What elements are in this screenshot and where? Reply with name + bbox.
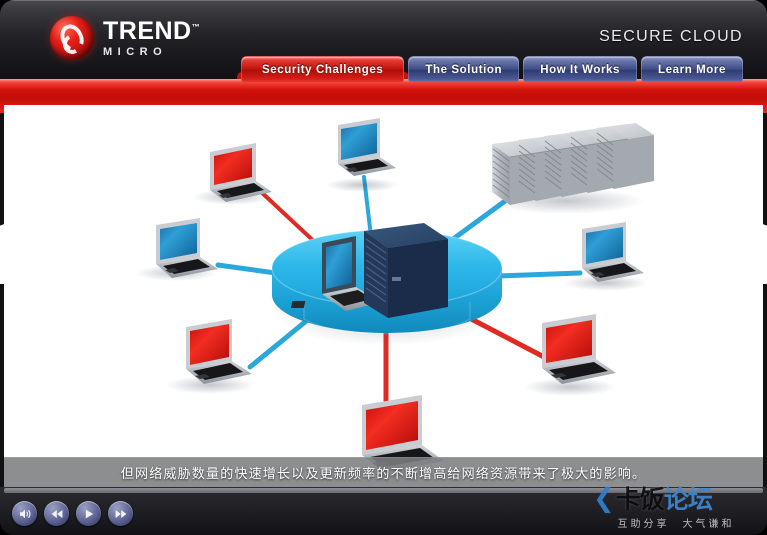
progress-bar[interactable] [4,488,763,493]
laptop-bottom-left-red [166,319,254,394]
laptop-top-center-blue [326,118,398,192]
tab-how-it-works[interactable]: How It Works [523,56,638,82]
laptop-top-left-red [192,143,272,205]
play-icon[interactable] [76,501,101,526]
rewind-icon[interactable] [44,501,69,526]
logo-trend-text: TREND [103,16,192,45]
logo-tm-mark: ™ [191,22,201,32]
trend-micro-logo: TREND™ MICRO [50,14,220,62]
logo-wordmark: TREND™ MICRO [103,16,201,58]
logo-micro-text: MICRO [103,45,168,58]
secure-cloud-presentation-window: TREND™ MICRO SECURE CLOUD Security Chall… [0,0,767,535]
volume-icon[interactable] [12,501,37,526]
tab-learn-more[interactable]: Learn More [641,56,744,82]
player-controls [12,501,133,526]
server-rack-stack [488,123,654,214]
network-topology-diagram [136,118,654,485]
laptop-right-blue [564,222,648,291]
tab-the-solution[interactable]: The Solution [408,56,520,82]
laptop-left-blue [136,218,218,281]
subtitle-bar: 但网络威胁数量的快速增长以及更新频率的不断增高给网络资源带来了极大的影响。 [4,457,763,487]
fast-forward-icon[interactable] [108,501,133,526]
subtitle-text: 但网络威胁数量的快速增长以及更新频率的不断增高给网络资源带来了极大的影响。 [120,467,647,482]
main-navigation-tabs: Security Challenges The Solution How It … [241,56,744,82]
page-title: SECURE CLOUD [599,28,743,45]
hub-server-tower [364,223,448,318]
slide-stage [4,105,763,491]
trend-micro-sphere-icon [50,16,94,60]
player-footer [0,487,767,535]
tab-security-challenges[interactable]: Security Challenges [241,56,405,82]
